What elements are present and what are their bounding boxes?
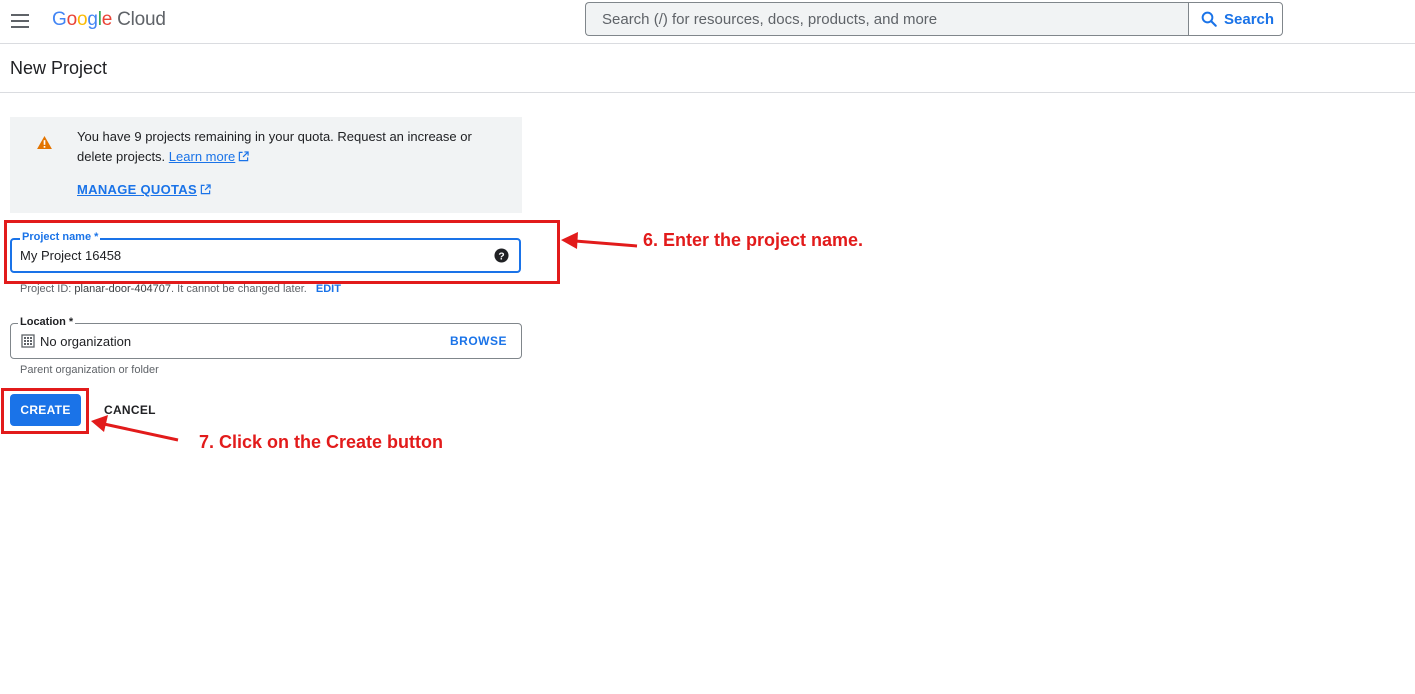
- main-menu-button[interactable]: [9, 10, 31, 32]
- building-icon: [21, 334, 35, 348]
- project-id-suffix: . It cannot be changed later.: [171, 283, 307, 295]
- external-link-icon: [200, 184, 211, 195]
- menu-icon-bar: [11, 20, 29, 22]
- page-title: New Project: [10, 58, 108, 78]
- search-icon: [1201, 11, 1217, 27]
- project-name-input[interactable]: [20, 248, 480, 263]
- page-header: New Project: [0, 44, 1415, 93]
- search-input[interactable]: [585, 2, 1188, 36]
- logo-google: Google: [52, 9, 113, 30]
- learn-more-label: Learn more: [168, 149, 236, 164]
- svg-text:?: ?: [498, 251, 504, 262]
- create-button[interactable]: CREATE: [10, 394, 81, 426]
- project-id-prefix: Project ID:: [20, 283, 75, 295]
- warning-icon: [37, 136, 52, 149]
- location-label: Location *: [18, 316, 76, 328]
- location-field[interactable]: Location * No organization BROWSE: [10, 316, 522, 359]
- annotation-arrow-step6: [561, 232, 638, 249]
- menu-icon-bar: [11, 26, 29, 28]
- quota-notice-text: You have 9 projects remaining in your qu…: [77, 127, 497, 167]
- annotation-step7-text: 7. Click on the Create button: [199, 432, 444, 452]
- top-bar: Google Cloud Search: [0, 0, 1415, 44]
- manage-quotas-label: MANAGE QUOTAS: [77, 182, 197, 197]
- annotation-step6-text: 6. Enter the project name.: [643, 230, 864, 250]
- project-name-field[interactable]: Project name * ?: [10, 231, 521, 273]
- cancel-button[interactable]: CANCEL: [94, 394, 166, 426]
- learn-more-link[interactable]: Learn more: [169, 149, 249, 164]
- search-button[interactable]: Search: [1188, 2, 1283, 36]
- location-hint: Parent organization or folder: [20, 364, 159, 376]
- browse-button[interactable]: BROWSE: [450, 334, 507, 348]
- quota-notice: You have 9 projects remaining in your qu…: [10, 117, 522, 213]
- menu-icon-bar: [11, 14, 29, 16]
- help-icon[interactable]: ?: [494, 248, 509, 263]
- edit-project-id-button[interactable]: EDIT: [316, 283, 341, 295]
- logo-cloud: Cloud: [117, 9, 166, 30]
- project-name-label: Project name *: [20, 231, 101, 243]
- project-id-line: Project ID: planar-door-404707. It canno…: [20, 283, 341, 295]
- quota-message: You have 9 projects remaining in your qu…: [77, 129, 472, 164]
- project-id-value: planar-door-404707: [74, 283, 172, 295]
- search-button-label: Search: [1224, 10, 1275, 28]
- location-value: No organization: [40, 334, 132, 349]
- manage-quotas-link[interactable]: MANAGE QUOTAS: [77, 182, 211, 197]
- google-cloud-logo[interactable]: Google Cloud: [52, 9, 166, 31]
- external-link-icon: [239, 151, 249, 162]
